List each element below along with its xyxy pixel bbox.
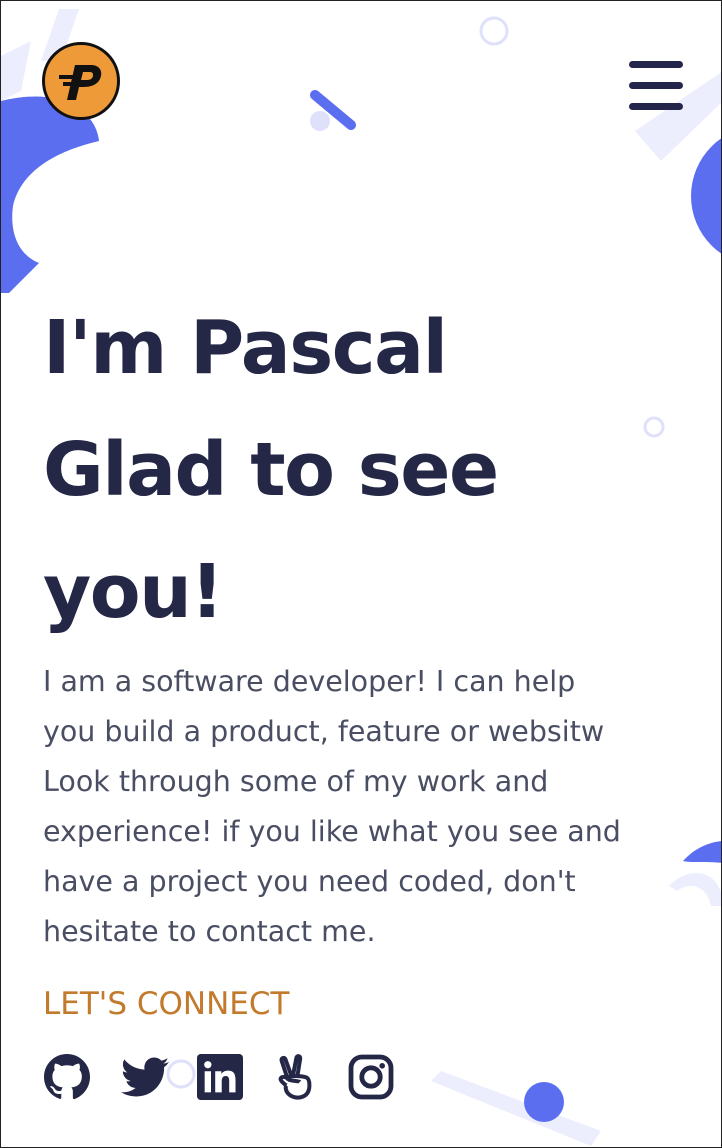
intro-line: have a project you need coded, don't (43, 865, 576, 898)
headline-line: Glad to see (43, 427, 499, 513)
angellist-icon[interactable] (271, 1053, 319, 1101)
hamburger-menu-icon[interactable] (629, 61, 685, 111)
logo-icon (59, 65, 102, 100)
intro-paragraph: I am a software developer! I can help yo… (43, 657, 693, 957)
hero-headline: I'm Pascal Glad to see you! (43, 287, 499, 653)
github-icon[interactable] (42, 1053, 92, 1101)
menu-bar (629, 82, 683, 89)
intro-line: you build a product, feature or websitw (43, 715, 605, 748)
headline-line: you! (43, 549, 224, 635)
logo[interactable] (42, 42, 120, 120)
intro-line: experience! if you like what you see and (43, 815, 621, 848)
intro-line: I am a software developer! I can help (43, 665, 576, 698)
intro-line: hesitate to contact me. (43, 915, 376, 948)
linkedin-icon[interactable] (197, 1053, 243, 1101)
twitter-icon[interactable] (119, 1053, 171, 1101)
instagram-icon[interactable] (347, 1053, 395, 1101)
menu-bar (629, 61, 683, 68)
headline-line: I'm Pascal (43, 305, 448, 391)
menu-bar (629, 103, 683, 110)
connect-label: LET'S CONNECT (43, 986, 290, 1022)
intro-line: Look through some of my work and (43, 765, 549, 798)
page: I'm Pascal Glad to see you! I am a softw… (0, 0, 722, 1148)
